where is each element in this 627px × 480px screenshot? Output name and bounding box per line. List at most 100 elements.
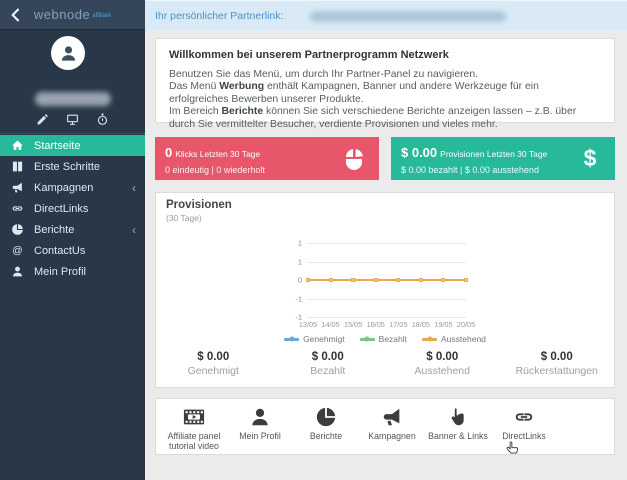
sidebar-item-label: DirectLinks: [34, 202, 89, 215]
shortcut-label: Mein Profil: [239, 431, 281, 441]
legend-label: Genehmigt: [303, 334, 345, 344]
x-tick-label: 14/05: [321, 320, 340, 329]
stopwatch-icon[interactable]: [96, 113, 110, 127]
sidebar-item-berichte[interactable]: Berichte ‹: [0, 219, 145, 240]
shortcut-berichte[interactable]: Berichte: [293, 406, 359, 442]
shortcut-kampagnen[interactable]: Kampagnen: [359, 406, 425, 442]
at-icon: @: [11, 244, 24, 257]
sidebar-item-label: Kampagnen: [34, 181, 94, 194]
data-point-marker: [418, 278, 423, 282]
shortcuts-card: Affiliate panel tutorial video Mein Profi…: [155, 398, 615, 455]
y-tick-label: 1: [297, 257, 302, 266]
shortcut-directlinks[interactable]: DirectLinks: [491, 406, 557, 442]
gridline: [308, 243, 466, 244]
username-blurred: [35, 92, 111, 106]
legend-item-bezahlt[interactable]: Bezahlt: [359, 334, 408, 344]
book-icon: [11, 160, 24, 173]
welcome-title: Willkommen bei unserem Partnerprogramm N…: [169, 49, 449, 61]
chart-plot: 1 1 0 -1 -1: [295, 239, 468, 322]
gridline: [308, 298, 466, 300]
partner-link-blurred[interactable]: [310, 11, 506, 22]
sidebar-item-label: Erste Schritte: [34, 160, 101, 173]
sidebar-item-contactus[interactable]: @ ContactUs: [0, 240, 145, 261]
sidebar-item-label: Mein Profil: [34, 265, 86, 278]
stat-value: $ 0.00: [197, 351, 230, 363]
data-point-marker: [396, 278, 401, 282]
clicks-value: 0: [165, 145, 173, 160]
affiliate-dashboard: webnode affiliate Startseite Erste Schritt…: [0, 0, 627, 480]
legend-item-ausstehend[interactable]: Ausstehend: [422, 334, 486, 344]
chart-stat-r-ckerstattungen: $ 0.00 Rückerstattungen: [500, 351, 615, 377]
x-tick-label: 18/05: [411, 320, 430, 329]
y-tick-label: 0: [297, 275, 302, 285]
svg-text:$: $: [584, 147, 597, 171]
chart-title: Provisionen: [166, 199, 232, 211]
avatar: [51, 36, 85, 70]
sidebar-item-directlinks[interactable]: DirectLinks: [0, 198, 145, 219]
commissions-value: $ 0.00: [401, 145, 438, 160]
clicks-stat-card[interactable]: 0 Klicks Letzten 30 Tage 0 eindeutig | 0 …: [155, 137, 379, 180]
main-content: Willkommen bei unserem Partnerprogramm N…: [145, 30, 627, 480]
stat-value: $ 0.00: [426, 351, 459, 363]
dollar-icon: $: [578, 145, 602, 171]
welcome-line: Im Bereich Berichte können Sie sich vers…: [169, 106, 577, 130]
clicks-label: Klicks Letzten 30 Tage: [175, 149, 261, 159]
shortcut-mein-profil[interactable]: Mein Profil: [227, 406, 293, 442]
megaphone-icon: [11, 181, 24, 194]
sidebar-item-kampagnen[interactable]: Kampagnen ‹: [0, 177, 145, 198]
user-icon: [11, 265, 24, 278]
legend-label: Bezahlt: [378, 334, 408, 344]
commissions-label: Provisionen Letzten 30 Tage: [440, 149, 548, 159]
sidebar-header: webnode affiliate: [0, 0, 145, 30]
x-tick-label: 13/05: [298, 320, 318, 329]
data-point-marker: [373, 278, 378, 282]
data-point-marker: [464, 278, 468, 282]
links-icon: [11, 202, 24, 215]
data-point-marker: [328, 278, 333, 282]
sidebar-profile: [0, 30, 145, 134]
sidebar-item-label: Startseite: [34, 139, 81, 152]
monitor-icon[interactable]: [66, 113, 80, 127]
pencil-icon[interactable]: [36, 113, 50, 127]
chart-x-axis: 13/05 14/05 15/05 16/05 17/05 18/05 19/05 20/05: [299, 320, 475, 330]
shortcut-label: Kampagnen: [368, 431, 416, 441]
commissions-stat-card[interactable]: $ 0.00 Provisionen Letzten 30 Tage $ 0.00…: [391, 137, 615, 180]
shortcut-label: Affiliate panel tutorial video: [167, 431, 221, 451]
sidebar-item-startseite[interactable]: Startseite: [0, 135, 145, 156]
shortcut-label: DirectLinks: [502, 431, 546, 441]
x-tick-label: 17/05: [389, 320, 408, 329]
welcome-card: Willkommen bei unserem Partnerprogramm N…: [155, 38, 615, 130]
chart-stats-row: $ 0.00 Genehmigt $ 0.00 Bezahlt $ 0.00 Ausste…: [156, 351, 614, 377]
chevron-collapse-icon: ‹: [132, 180, 136, 195]
sidebar-item-mein-profil[interactable]: Mein Profil: [0, 261, 145, 282]
logo-suffix: affiliate: [92, 13, 112, 19]
gridline: [308, 261, 466, 263]
pie-icon: [11, 223, 24, 236]
hand-icon: [447, 406, 469, 428]
data-point-marker: [441, 278, 446, 282]
chevron-collapse-icon: ‹: [132, 222, 136, 237]
legend-item-genehmigt[interactable]: Genehmigt: [284, 334, 345, 344]
sidebar-menu: Startseite Erste Schritte Kampagnen ‹ Direct…: [0, 135, 145, 282]
legend-label: Ausstehend: [441, 334, 486, 344]
gridline: [308, 317, 466, 318]
stat-value: $ 0.00: [311, 351, 344, 363]
welcome-body: Benutzen Sie das Menü, um durch Ihr Part…: [169, 69, 601, 131]
x-tick-label: 16/05: [366, 320, 385, 329]
y-tick-label: 1: [297, 238, 302, 248]
pie-icon: [315, 406, 337, 428]
shortcut-affiliate-panel-tutorial-video[interactable]: Affiliate panel tutorial video: [161, 406, 227, 451]
links-icon: [513, 406, 535, 428]
sidebar-item-erste-schritte[interactable]: Erste Schritte: [0, 156, 145, 177]
legend-marker: [422, 337, 438, 341]
stat-label: Ausstehend: [414, 365, 470, 377]
welcome-line: Benutzen Sie das Menü, um durch Ihr Part…: [169, 69, 479, 80]
profile-actions: [0, 113, 145, 127]
svg-text:@: @: [12, 245, 22, 256]
shortcut-banner-links[interactable]: Banner & Links: [425, 406, 491, 442]
sidebar: webnode affiliate Startseite Erste Schritt…: [0, 0, 145, 480]
partner-link-bar: Ihr persönlicher Partnerlink:: [145, 0, 627, 30]
stat-label: Genehmigt: [187, 365, 239, 377]
stat-value: $ 0.00: [540, 351, 573, 363]
logo-text: webnode: [33, 7, 91, 22]
